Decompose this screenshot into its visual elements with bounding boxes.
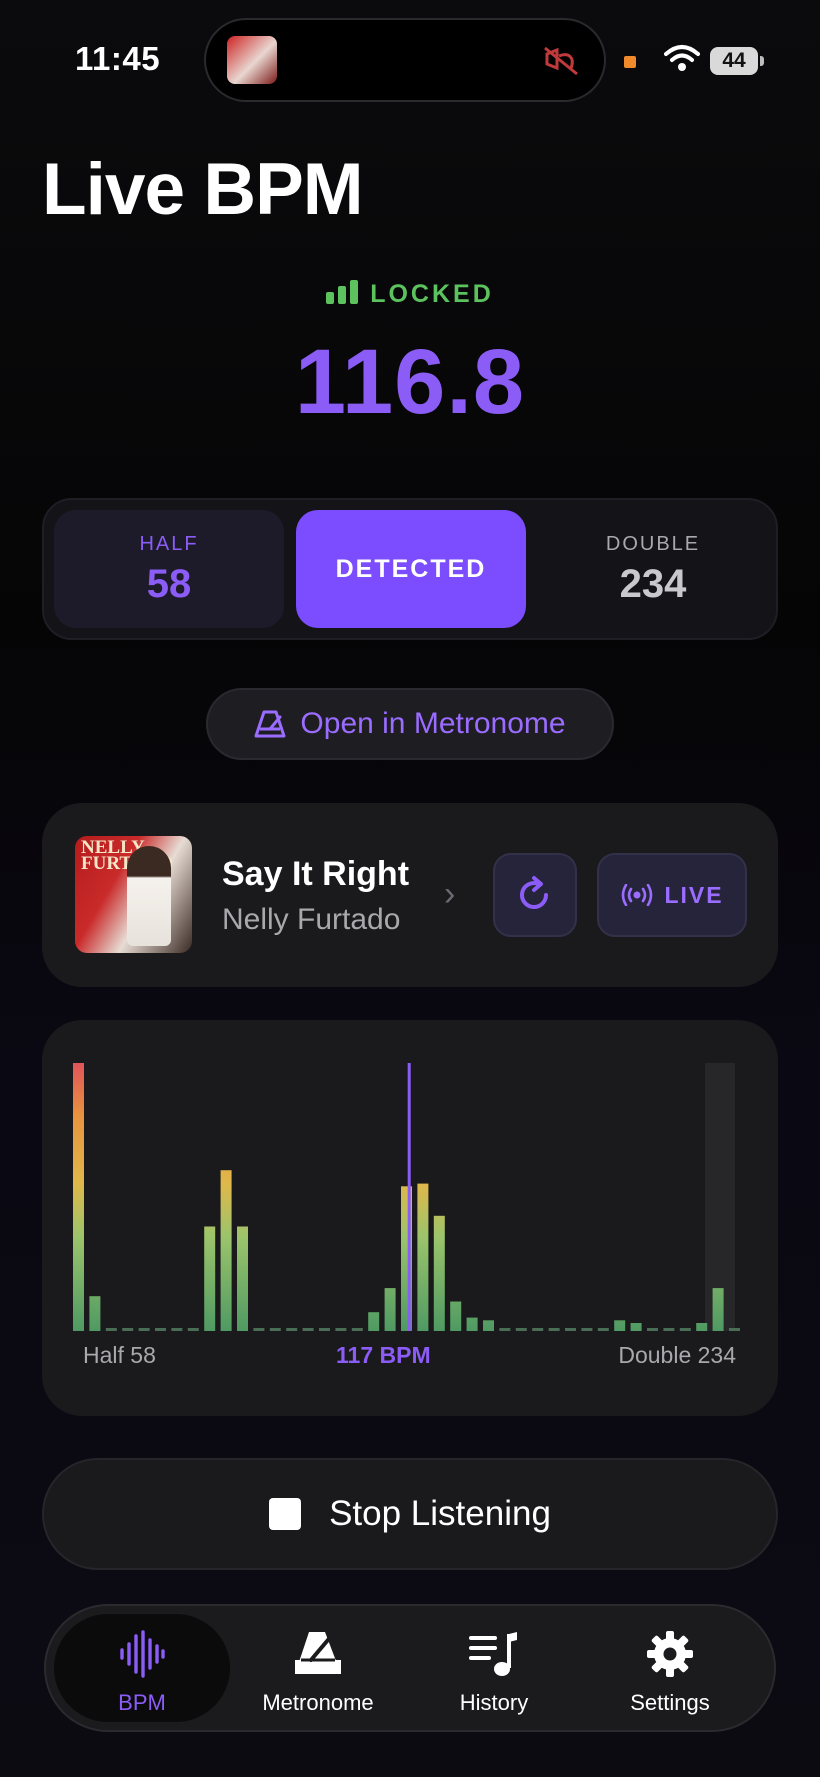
histogram-bar: [548, 1328, 560, 1331]
double-label: DOUBLE: [605, 533, 701, 555]
tab-history-label: History: [459, 1690, 529, 1715]
broadcast-icon: [622, 884, 653, 906]
tab-bpm[interactable]: BPM: [54, 1614, 230, 1722]
track-title[interactable]: Say It Right: [222, 855, 409, 894]
signal-bars-icon: [326, 280, 359, 305]
histogram-bar: [565, 1328, 576, 1331]
detected-label: DETECTED: [335, 555, 487, 583]
tempo-multiplier-selector: HALF 58 DETECTED DOUBLE 234: [42, 498, 778, 640]
histogram-bar: [499, 1328, 511, 1331]
histogram-bar: [581, 1328, 593, 1331]
histogram-bar: [384, 1288, 396, 1331]
tab-metronome-label: Metronome: [262, 1690, 374, 1715]
half-tempo-option[interactable]: HALF 58: [54, 510, 284, 628]
lock-status: LOCKED: [0, 280, 820, 309]
refresh-icon: [520, 876, 548, 909]
histogram-bar: [597, 1328, 609, 1331]
tab-bar: BPM Metronome History Settings: [44, 1604, 776, 1732]
detected-tempo-option[interactable]: DETECTED: [296, 510, 526, 628]
histogram-bar: [450, 1301, 462, 1331]
histogram-bar: [171, 1328, 183, 1331]
histogram-bar: [417, 1183, 429, 1331]
gear-icon: [647, 1631, 693, 1677]
recording-indicator: [624, 56, 636, 68]
now-playing-card: NELLY FURTADO Say It Right Nelly Furtado…: [42, 803, 778, 987]
stop-listening-button[interactable]: Stop Listening: [42, 1458, 778, 1570]
live-label: LIVE: [664, 881, 724, 908]
tab-metronome[interactable]: Metronome: [230, 1614, 406, 1722]
page-title: Live BPM: [42, 149, 364, 230]
histogram-bar: [269, 1328, 281, 1331]
stop-listening-label: Stop Listening: [329, 1494, 551, 1533]
histogram-bar: [351, 1328, 363, 1331]
histogram-bar: [220, 1170, 232, 1331]
track-artist[interactable]: Nelly Furtado: [222, 903, 400, 937]
histogram-bar: [647, 1328, 658, 1331]
histogram-bar: [515, 1328, 527, 1331]
bpm-value: 116.8: [294, 331, 526, 433]
histogram-bar: [73, 1063, 84, 1331]
histogram-bar: [319, 1328, 330, 1331]
now-playing-artwork: [227, 36, 277, 84]
histogram-bar: [204, 1226, 216, 1331]
histogram-bpm-label: 117 BPM: [336, 1342, 431, 1368]
histogram-bar: [302, 1328, 314, 1331]
histogram-half-label: Half 58: [83, 1342, 156, 1368]
album-artwork[interactable]: NELLY FURTADO: [75, 836, 192, 953]
tab-bpm-label: BPM: [118, 1690, 166, 1715]
histogram-bar: [433, 1215, 445, 1331]
histogram-bar: [466, 1317, 478, 1331]
histogram-bar: [138, 1328, 150, 1331]
battery-level: 44: [710, 47, 758, 75]
histogram-bar: [187, 1328, 199, 1331]
detected-bpm-marker: [407, 1063, 411, 1331]
histogram-bar: [105, 1328, 117, 1331]
wifi-icon: [664, 45, 700, 71]
histogram-bar: [335, 1328, 347, 1331]
histogram-bar: [89, 1296, 101, 1331]
chevron-right-icon[interactable]: ›: [444, 875, 455, 914]
histogram-bar: [368, 1312, 380, 1331]
waveform-icon: [120, 1630, 165, 1678]
open-in-metronome-label: Open in Metronome: [300, 707, 566, 740]
histogram-bar: [614, 1320, 626, 1331]
histogram-bar: [532, 1328, 544, 1331]
histogram-bar: [630, 1323, 642, 1331]
refresh-button[interactable]: [493, 853, 577, 937]
music-list-icon: [469, 1632, 517, 1676]
histogram-bar: [679, 1328, 691, 1331]
half-value: 58: [146, 562, 192, 606]
status-time: 11:45: [75, 40, 161, 77]
double-tempo-option[interactable]: DOUBLE 234: [538, 510, 768, 628]
live-button[interactable]: LIVE: [597, 853, 747, 937]
histogram-bar: [122, 1328, 134, 1331]
stop-icon: [269, 1498, 302, 1530]
tab-settings[interactable]: Settings: [582, 1614, 758, 1722]
histogram-chart: [73, 1063, 740, 1331]
tab-settings-label: Settings: [630, 1690, 710, 1715]
metronome-icon: [295, 1632, 341, 1674]
lock-status-label: LOCKED: [370, 280, 494, 308]
histogram-bar: [696, 1323, 708, 1331]
histogram-bar: [663, 1328, 675, 1331]
half-label: HALF: [139, 533, 199, 555]
battery-icon: 44: [710, 47, 764, 75]
histogram-bar: [237, 1226, 248, 1331]
histogram-bar: [729, 1328, 740, 1331]
tab-history[interactable]: History: [406, 1614, 582, 1722]
metronome-icon: [254, 710, 286, 738]
histogram-bar: [712, 1288, 724, 1331]
histogram-bar: [483, 1320, 494, 1331]
muted-icon: [544, 46, 578, 76]
histogram-bar: [253, 1328, 265, 1331]
open-in-metronome-button[interactable]: Open in Metronome: [206, 688, 614, 760]
histogram-bar: [286, 1328, 298, 1331]
histogram-bar: [155, 1328, 166, 1331]
double-value: 234: [619, 562, 687, 606]
histogram-double-label: Double 234: [618, 1342, 736, 1368]
dynamic-island[interactable]: [206, 20, 604, 100]
tempo-histogram: Half 58 117 BPM Double 234: [42, 1020, 778, 1416]
